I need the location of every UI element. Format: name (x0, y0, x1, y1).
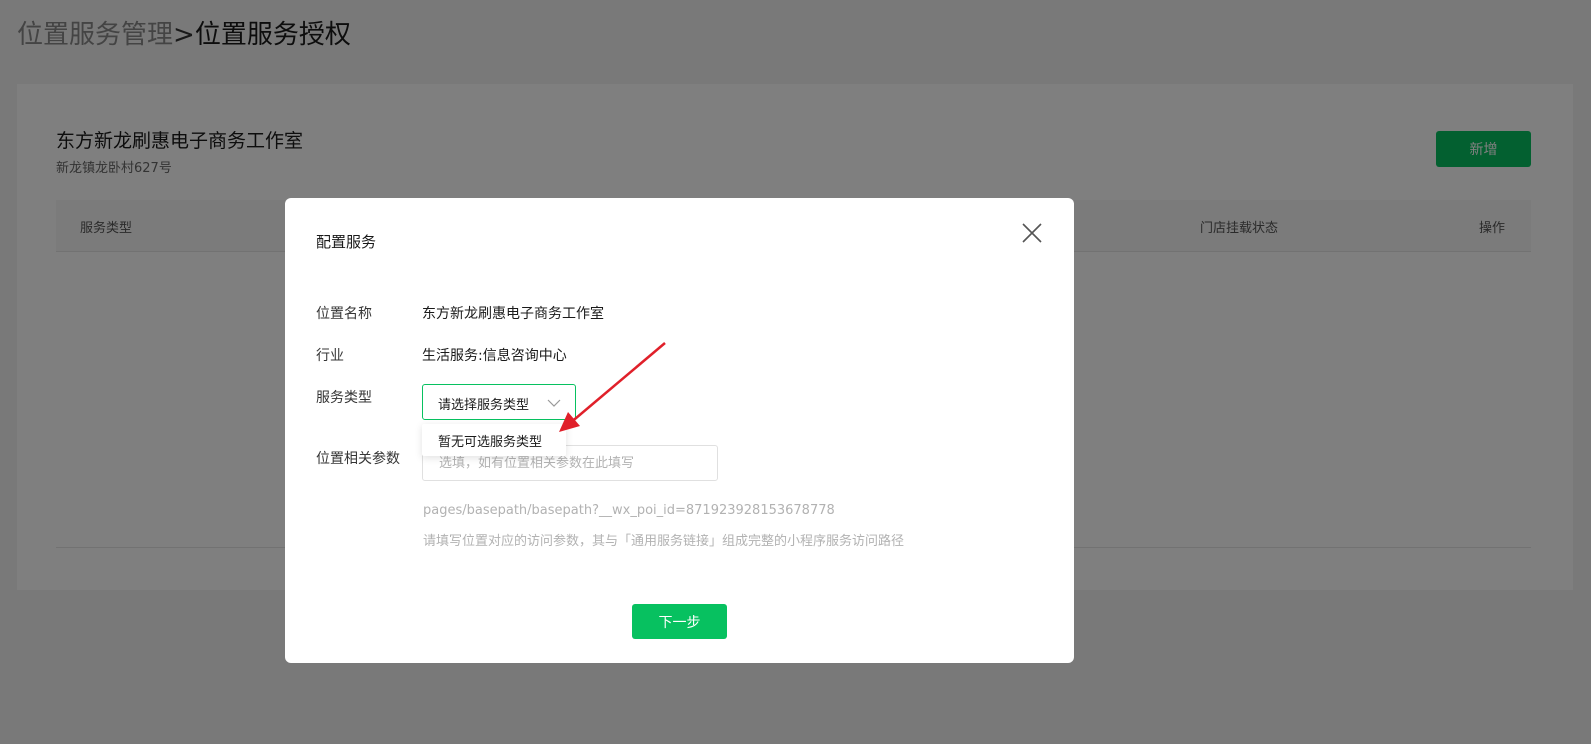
params-label: 位置相关参数 (316, 451, 400, 467)
service-type-placeholder: 请选择服务类型 (438, 398, 530, 413)
dialog-title: 配置服务 (316, 233, 377, 251)
service-type-dropdown: 暂无可选服务类型 (422, 424, 566, 456)
industry-label: 行业 (316, 348, 344, 364)
params-hint-path: pages/basepath/basepath?__wx_poi_id=8719… (423, 503, 835, 518)
service-type-label: 服务类型 (316, 390, 372, 406)
next-button[interactable]: 下一步 (632, 604, 727, 639)
location-name-value: 东方新龙刷惠电子商务工作室 (422, 306, 604, 322)
chevron-down-icon (547, 396, 561, 410)
industry-value: 生活服务:信息咨询中心 (422, 348, 567, 364)
dropdown-empty-option: 暂无可选服务类型 (438, 435, 543, 450)
service-type-select[interactable]: 请选择服务类型 (422, 384, 576, 420)
params-hint-description: 请填写位置对应的访问参数，其与「通用服务链接」组成完整的小程序服务访问路径 (423, 534, 905, 549)
close-icon[interactable] (1020, 221, 1044, 245)
location-name-label: 位置名称 (316, 306, 372, 322)
configure-service-dialog: 配置服务 位置名称 东方新龙刷惠电子商务工作室 行业 生活服务:信息咨询中心 服… (285, 198, 1074, 663)
